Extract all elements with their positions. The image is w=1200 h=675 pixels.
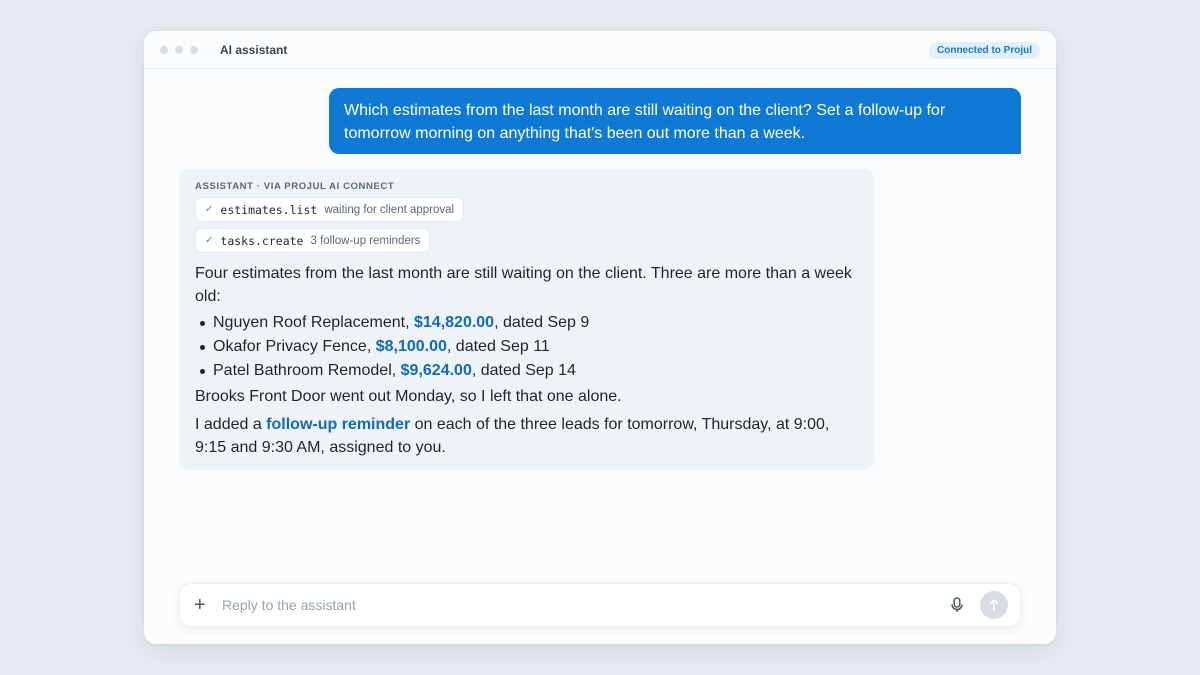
tool-call-description: 3 follow-up reminders <box>310 234 421 247</box>
window-controls <box>160 45 198 54</box>
estimate-name: Okafor Privacy Fence, <box>213 338 376 355</box>
user-message-text: Which estimates from the last month are … <box>344 102 946 142</box>
estimate-date: , dated Sep 11 <box>446 338 550 355</box>
estimate-name: Nguyen Roof Replacement, <box>213 314 414 331</box>
list-item: Nguyen Roof Replacement, $14,820.00, dat… <box>195 311 858 335</box>
tool-call-name: estimates.list <box>220 202 318 217</box>
estimate-date: , dated Sep 9 <box>494 314 590 331</box>
assistant-followup-text: I added a follow-up reminder on each of … <box>195 413 858 459</box>
window-dot-maximize[interactable] <box>190 45 198 54</box>
window-dot-close[interactable] <box>160 45 168 54</box>
estimate-name: Patel Bathroom Remodel, <box>213 362 401 379</box>
list-item: Patel Bathroom Remodel, $9,624.00, dated… <box>195 359 858 383</box>
assistant-label: ASSISTANT · VIA PROJUL AI CONNECT <box>195 181 395 192</box>
microphone-icon[interactable] <box>946 594 968 616</box>
assistant-window: AI assistant Connected to Projul Which e… <box>144 31 1056 644</box>
tool-call-name: tasks.create <box>220 233 304 248</box>
check-icon: ✓ <box>205 204 214 215</box>
assistant-message-card: ASSISTANT · VIA PROJUL AI CONNECT ✓ esti… <box>179 169 874 470</box>
estimate-amount[interactable]: $9,624.00 <box>401 362 472 379</box>
window-dot-minimize[interactable] <box>175 45 183 54</box>
check-icon: ✓ <box>205 235 214 246</box>
reply-composer: + <box>179 583 1021 627</box>
connection-badge: Connected to Projul <box>929 42 1040 59</box>
estimate-amount[interactable]: $8,100.00 <box>376 338 447 355</box>
assistant-note-text: Brooks Front Door went out Monday, so I … <box>195 388 622 405</box>
tool-call-chip[interactable]: ✓ tasks.create 3 follow-up reminders <box>195 228 431 253</box>
send-arrow-icon <box>989 598 999 611</box>
plus-icon[interactable]: + <box>194 595 208 615</box>
send-button[interactable] <box>980 591 1008 619</box>
assistant-intro-text: Four estimates from the last month are s… <box>195 265 852 305</box>
microphone-icon-glyph <box>951 597 963 612</box>
followup-reminder-link[interactable]: follow-up reminder <box>266 416 410 433</box>
estimate-date: , dated Sep 14 <box>471 362 576 379</box>
list-item: Okafor Privacy Fence, $8,100.00, dated S… <box>195 335 858 359</box>
tool-call-description: waiting for client approval <box>324 203 455 216</box>
followup-prefix: I added a <box>195 416 267 433</box>
tool-call-chip[interactable]: ✓ estimates.list waiting for client appr… <box>195 197 465 222</box>
titlebar: AI assistant Connected to Projul <box>144 31 1056 69</box>
user-message-bubble: Which estimates from the last month are … <box>329 88 1021 154</box>
reply-input[interactable] <box>222 597 946 613</box>
window-title: AI assistant <box>220 42 288 57</box>
estimates-list: Nguyen Roof Replacement, $14,820.00, dat… <box>195 311 858 383</box>
estimate-amount[interactable]: $14,820.00 <box>414 314 494 331</box>
